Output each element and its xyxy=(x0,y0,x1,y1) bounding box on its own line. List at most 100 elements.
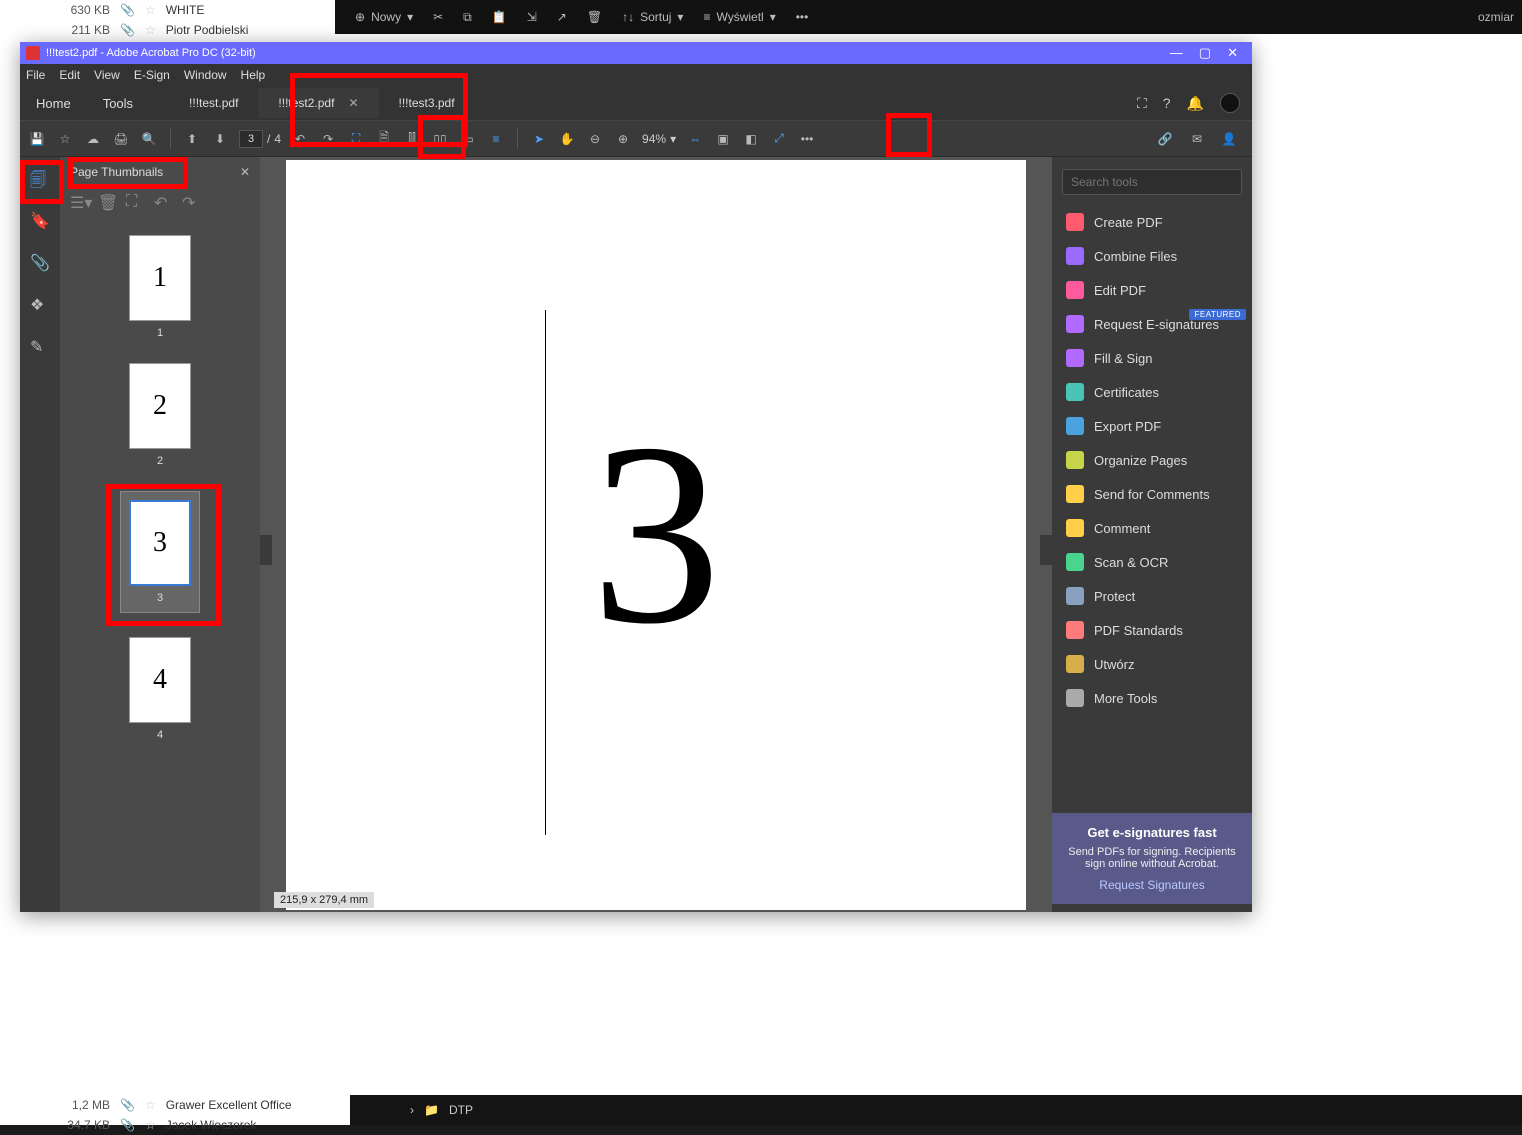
bg-share-icon[interactable]: ↗ xyxy=(557,10,567,24)
page-icon[interactable]: 🗎 xyxy=(375,130,393,148)
close-button[interactable]: ✕ xyxy=(1227,45,1238,61)
search-tools-input[interactable] xyxy=(1062,169,1242,195)
tools-tab[interactable]: Tools xyxy=(87,88,149,119)
menu-view[interactable]: View xyxy=(94,68,120,82)
doc-tab-2[interactable]: !!!test2.pdf✕ xyxy=(258,88,378,118)
bg-sort[interactable]: ↑↓ Sortuj ▾ xyxy=(622,10,683,24)
maximize-button[interactable]: ▢ xyxy=(1199,45,1211,61)
tool-create-pdf[interactable]: Create PDF xyxy=(1052,205,1252,239)
delete-page-icon[interactable]: 🗑 xyxy=(98,193,114,209)
tool-protect[interactable]: Protect xyxy=(1052,579,1252,613)
bg-new[interactable]: ⊕ Nowy ▾ xyxy=(355,10,413,24)
tool-combine-files[interactable]: Combine Files xyxy=(1052,239,1252,273)
tool-more-tools[interactable]: More Tools xyxy=(1052,681,1252,715)
page-down-icon[interactable]: ⬇ xyxy=(211,130,229,148)
tool-fill-sign[interactable]: Fill & Sign xyxy=(1052,341,1252,375)
doc-tab-1[interactable]: !!!test.pdf xyxy=(169,88,258,118)
save-icon[interactable]: 💾 xyxy=(28,130,46,148)
spread-icon[interactable]: ▯▯ xyxy=(431,130,449,148)
bg-view[interactable]: ≡ Wyświetl ▾ xyxy=(703,10,775,24)
page-input[interactable] xyxy=(239,130,263,148)
share-icon[interactable]: 👤 xyxy=(1220,130,1238,148)
attachments-rail-icon[interactable]: 📎 xyxy=(30,253,50,273)
bookmarks-rail-icon[interactable]: 🔖 xyxy=(30,211,50,231)
tool-pdf-standards[interactable]: PDF Standards xyxy=(1052,613,1252,647)
background-bottombar: › 📁 DTP xyxy=(350,1095,1522,1125)
bg-copy-icon[interactable]: ⧉ xyxy=(463,10,472,25)
bg-paste-icon[interactable]: 📋 xyxy=(492,10,507,24)
search-icon[interactable]: 🔍 xyxy=(140,130,158,148)
featured-badge: FEATURED xyxy=(1189,309,1246,320)
lines-icon[interactable]: ≡ xyxy=(487,130,505,148)
tool-icon xyxy=(1066,553,1084,571)
promo-link[interactable]: Request Signatures xyxy=(1062,878,1242,892)
screen-icon[interactable]: ⛶ xyxy=(1137,95,1147,112)
thumbnail-page-2[interactable]: 22 xyxy=(129,363,191,467)
thumbnails-panel: Page Thumbnails ✕ ☰▾ 🗑 ⛶ ↶ ↷ 11223344 xyxy=(60,157,260,912)
close-panel-icon[interactable]: ✕ xyxy=(240,165,250,179)
thumbnail-page-4[interactable]: 44 xyxy=(129,637,191,741)
rotate-cw-icon[interactable]: ↷ xyxy=(319,130,337,148)
minimize-button[interactable]: — xyxy=(1170,45,1183,61)
rotate-ccw-thumb-icon[interactable]: ↶ xyxy=(154,193,170,209)
hand-icon[interactable]: ✋ xyxy=(558,130,576,148)
link-icon[interactable]: 🔗 xyxy=(1156,130,1174,148)
page-size-status: 215,9 x 279,4 mm xyxy=(274,892,374,908)
mail-icon[interactable]: ✉ xyxy=(1188,130,1206,148)
thumbnail-page-1[interactable]: 11 xyxy=(129,235,191,339)
fullscreen-icon[interactable]: ▭ xyxy=(459,130,477,148)
split-icon[interactable]: ⫿⫿ xyxy=(403,130,421,148)
zoom-in-icon[interactable]: ⊕ xyxy=(614,130,632,148)
doc-tab-3[interactable]: !!!test3.pdf xyxy=(379,88,475,118)
print-icon[interactable]: 🖨 xyxy=(112,130,130,148)
home-tab[interactable]: Home xyxy=(20,88,87,119)
tool-organize-pages[interactable]: Organize Pages xyxy=(1052,443,1252,477)
crop-pages-icon[interactable]: ⛶ xyxy=(126,193,142,209)
collapse-right-icon[interactable] xyxy=(1040,535,1052,565)
read-mode-icon[interactable]: ⤢ xyxy=(770,130,788,148)
layers-rail-icon[interactable]: ❖ xyxy=(30,295,50,315)
document-view[interactable]: 3 215,9 x 279,4 mm xyxy=(260,157,1052,912)
tool-certificates[interactable]: Certificates xyxy=(1052,375,1252,409)
tool-utw-rz[interactable]: Utwórz xyxy=(1052,647,1252,681)
app-icon xyxy=(26,46,40,60)
bell-icon[interactable]: 🔔 xyxy=(1187,95,1204,112)
help-icon[interactable]: ? xyxy=(1163,95,1171,111)
signatures-rail-icon[interactable]: ✎ xyxy=(30,337,50,357)
rotate-ccw-icon[interactable]: ↶ xyxy=(291,130,309,148)
options-icon[interactable]: ☰▾ xyxy=(70,193,86,209)
pointer-icon[interactable]: ➤ xyxy=(530,130,548,148)
bg-rename-icon[interactable]: ⇲ xyxy=(527,10,537,24)
menu-esign[interactable]: E-Sign xyxy=(134,68,170,82)
crop-icon[interactable]: ⛶ xyxy=(347,130,365,148)
avatar[interactable] xyxy=(1220,93,1240,113)
zoom-display[interactable]: 94% ▾ xyxy=(642,132,676,146)
cloud-icon[interactable]: ☁ xyxy=(84,130,102,148)
menu-edit[interactable]: Edit xyxy=(59,68,80,82)
menu-window[interactable]: Window xyxy=(184,68,227,82)
bg-more-icon[interactable]: ••• xyxy=(796,10,809,24)
tool-comment[interactable]: Comment xyxy=(1052,511,1252,545)
menu-help[interactable]: Help xyxy=(241,68,266,82)
rotate-cw-thumb-icon[interactable]: ↷ xyxy=(182,193,198,209)
bg-delete-icon[interactable]: 🗑 xyxy=(587,10,602,24)
collapse-left-icon[interactable] xyxy=(260,535,272,565)
tool-request-e-signatures[interactable]: Request E-signaturesFEATURED xyxy=(1052,307,1252,341)
menu-file[interactable]: File xyxy=(26,68,45,82)
bg-cut-icon[interactable]: ✂ xyxy=(433,10,443,24)
tool-scan-ocr[interactable]: Scan & OCR xyxy=(1052,545,1252,579)
page-up-icon[interactable]: ⬆ xyxy=(183,130,201,148)
tool-icon xyxy=(1066,587,1084,605)
fit-width-icon[interactable]: ⇔ xyxy=(686,130,704,148)
fit-page-icon[interactable]: ▣ xyxy=(714,130,732,148)
more-icon[interactable]: ••• xyxy=(798,130,816,148)
zoom-out-icon[interactable]: ⊖ xyxy=(586,130,604,148)
thumbnails-rail-icon[interactable]: 🗐 xyxy=(30,169,50,189)
thumbnail-page-3[interactable]: 33 xyxy=(120,491,200,613)
tool-send-for-comments[interactable]: Send for Comments xyxy=(1052,477,1252,511)
close-tab-icon[interactable]: ✕ xyxy=(348,96,358,110)
tool-export-pdf[interactable]: Export PDF xyxy=(1052,409,1252,443)
star-icon[interactable]: ☆ xyxy=(56,130,74,148)
tool-edit-pdf[interactable]: Edit PDF xyxy=(1052,273,1252,307)
fit-visible-icon[interactable]: ◧ xyxy=(742,130,760,148)
